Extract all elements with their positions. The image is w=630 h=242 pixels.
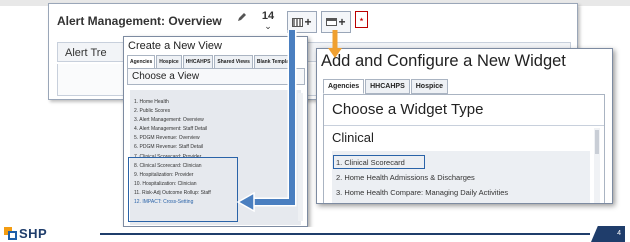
scrollbar[interactable] xyxy=(298,93,303,221)
add-view-button[interactable]: + xyxy=(287,11,317,33)
slide: Alert Management: Overview 14 ⌄ + + ⋆ Al… xyxy=(0,0,630,242)
widget-item[interactable]: 3. Home Health Compare: Managing Daily A… xyxy=(336,188,508,197)
view-item[interactable]: 3. Alert Management: Overview xyxy=(130,116,301,125)
view-item[interactable]: 1. Home Health xyxy=(130,98,301,107)
scrollbar-thumb[interactable] xyxy=(595,130,599,154)
view-item[interactable]: 5. PDGM Revenue: Overview xyxy=(130,134,301,143)
create-view-title: Create a New View xyxy=(128,40,222,52)
add-widget-button[interactable]: + xyxy=(321,11,351,33)
tab-hospice[interactable]: Hospice xyxy=(410,79,448,94)
shp-logo: SHP xyxy=(4,225,47,241)
choose-view-heading: Choose a View xyxy=(127,68,305,85)
choose-widget-heading: Choose a Widget Type xyxy=(332,101,484,118)
add-widget-title: Add and Configure a New Widget xyxy=(321,52,566,70)
add-widget-panel: Add and Configure a New Widget Agencies … xyxy=(316,48,613,204)
tab-hospice[interactable]: Hospice xyxy=(156,55,182,69)
view-item[interactable]: 4. Alert Management: Staff Detail xyxy=(130,125,301,134)
tab-hhcahps[interactable]: HHCAHPS xyxy=(182,55,214,69)
pdf-export-icon[interactable]: ⋆ xyxy=(355,11,368,28)
tab-alert-trends[interactable]: Alert Tre xyxy=(65,47,107,59)
create-view-panel: Create a New View Agencies Hospice HHCAH… xyxy=(123,36,308,227)
tab-blank-template[interactable]: Blank Template xyxy=(253,55,297,69)
add-widget-tabs: Agencies HHCAHPS Hospice xyxy=(323,79,448,94)
grid-icon xyxy=(292,17,304,27)
highlight-box xyxy=(333,155,425,169)
widget-icon xyxy=(326,18,338,26)
view-count-dropdown[interactable]: 14 ⌄ xyxy=(253,6,283,40)
tab-hhcahps[interactable]: HHCAHPS xyxy=(365,79,410,94)
view-item[interactable]: 2. Public Scores xyxy=(130,107,301,116)
widget-item[interactable]: 2. Home Health Admissions & Discharges xyxy=(336,173,475,182)
divider xyxy=(324,125,604,126)
logo-text: SHP xyxy=(19,225,48,241)
tab-agencies[interactable]: Agencies xyxy=(323,79,365,94)
scrollbar[interactable] xyxy=(594,128,600,203)
category-heading: Clinical xyxy=(332,130,374,145)
plus-icon: + xyxy=(304,15,312,29)
highlight-box xyxy=(128,157,238,222)
widget-chooser: Choose a Widget Type Clinical 1. Clinica… xyxy=(323,94,605,203)
dashboard-title: Alert Management: Overview xyxy=(57,14,222,28)
view-item[interactable]: 6. PDGM Revenue: Staff Detail xyxy=(130,143,301,152)
create-view-tabs: Agencies Hospice HHCAHPS Shared Views Bl… xyxy=(127,55,297,69)
tab-shared-views[interactable]: Shared Views xyxy=(214,55,253,69)
view-count: 14 xyxy=(261,10,275,22)
footer-line xyxy=(100,233,590,235)
tab-agencies[interactable]: Agencies xyxy=(127,55,156,69)
plus-icon: + xyxy=(338,15,346,29)
shp-logo-icon xyxy=(4,226,17,240)
chevron-down-icon: ⌄ xyxy=(264,21,272,31)
pencil-icon[interactable] xyxy=(237,12,247,22)
